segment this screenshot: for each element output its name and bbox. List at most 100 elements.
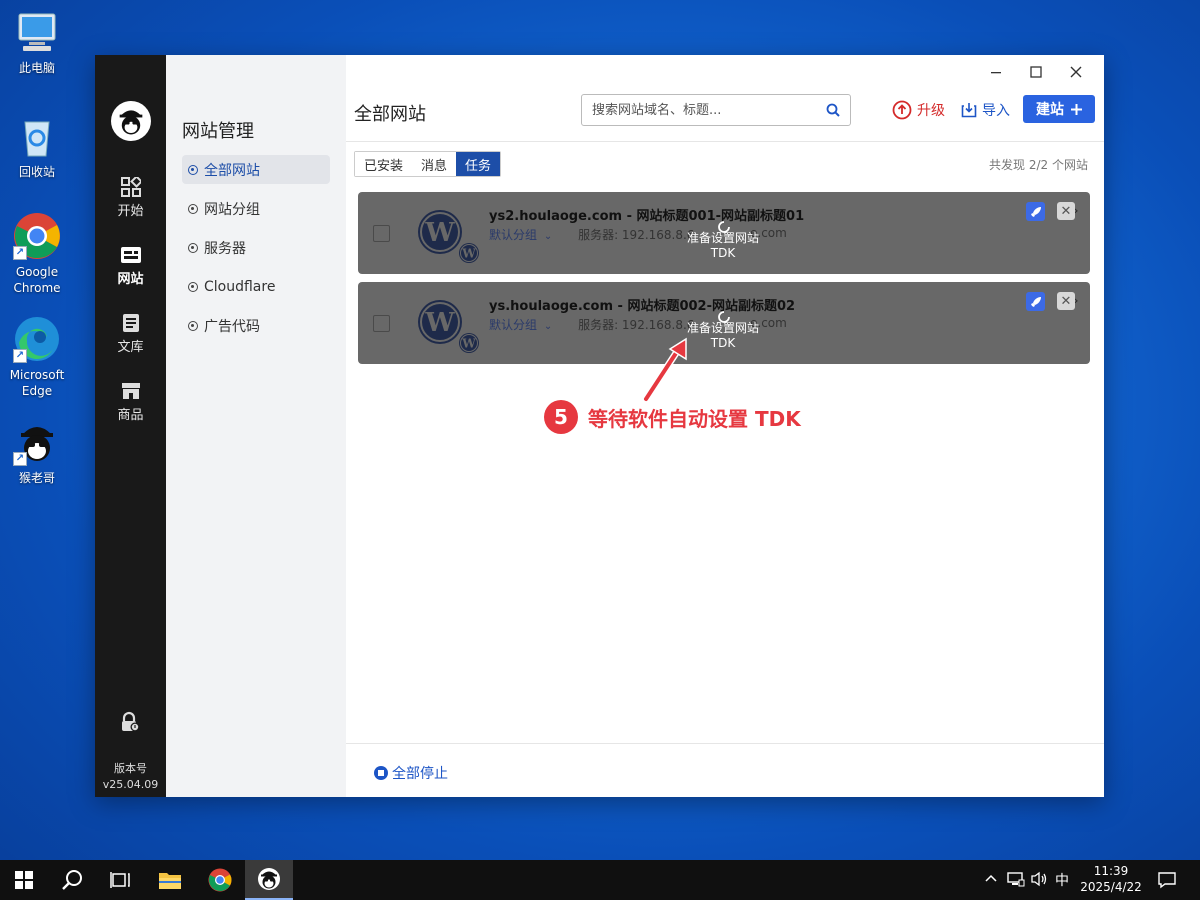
subnav-title: 网站管理 — [182, 121, 254, 142]
build-site-button[interactable]: 建站 — [1023, 95, 1095, 123]
rail-item-label: 文库 — [117, 340, 144, 355]
page-title: 全部网站 — [354, 104, 426, 125]
site-row[interactable]: W W ys.houlaoge.com - 网站标题002-网站副标题02 默认… — [358, 282, 1090, 364]
close-window-button[interactable] — [1056, 59, 1096, 85]
remove-site-button[interactable]: ✕ — [1057, 202, 1075, 220]
volume-icon[interactable] — [1031, 871, 1049, 891]
main-panel: 全部网站 升级 导入 建站 已安装 消息 任务 共发现 2/2 个网站 — [346, 55, 1104, 797]
tray-chevron-icon[interactable] — [984, 872, 998, 888]
tab-tasks[interactable]: 任务 — [456, 152, 501, 176]
search-icon — [62, 870, 82, 890]
lock-icon[interactable] — [119, 711, 141, 737]
wordpress-icon: W — [416, 298, 464, 346]
import-button[interactable]: 导入 — [961, 100, 1010, 120]
monkey-logo-icon: ↗ — [13, 418, 61, 466]
row-checkbox[interactable] — [373, 225, 390, 242]
desktop-icon-recycle-bin[interactable]: 回收站 — [0, 112, 74, 180]
desktop-icon-this-pc[interactable]: 此电脑 — [0, 8, 74, 76]
rail-item-sites[interactable]: 网站 — [95, 245, 166, 287]
minimize-button[interactable] — [976, 59, 1016, 85]
ime-indicator[interactable]: 中 — [1055, 870, 1069, 890]
stop-all-label: 全部停止 — [392, 766, 448, 782]
tab-installed[interactable]: 已安装 — [355, 152, 413, 176]
chevron-right-icon[interactable]: › — [1074, 294, 1078, 307]
clock[interactable]: 11:39 2025/4/22 — [1080, 863, 1142, 895]
wordpress-badge-icon: W — [458, 242, 480, 264]
radio-dot-icon — [188, 164, 198, 175]
subnav-item-label: Cloudflare — [204, 278, 276, 295]
upgrade-button[interactable]: 升级 — [892, 100, 945, 120]
file-explorer-button[interactable] — [146, 860, 194, 900]
site-name[interactable]: ys2.houlaoge.com - 网站标题001-网站副标题01 — [489, 205, 804, 224]
svg-text:W: W — [424, 218, 455, 248]
maximize-button[interactable] — [1016, 59, 1056, 85]
chevron-right-icon[interactable]: › — [1074, 204, 1078, 217]
version-label: 版本号 — [114, 762, 147, 775]
clock-time: 11:39 — [1093, 864, 1129, 878]
app-window: 开始 网站 文库 商品 版本号 v25.04.09 网站管理 全部网站 网站分组… — [95, 55, 1104, 797]
rail-item-start[interactable]: 开始 — [95, 177, 166, 219]
subnav-item-label: 网站分组 — [204, 201, 260, 218]
document-icon — [120, 313, 142, 333]
subnav-item-site-groups[interactable]: 网站分组 — [182, 194, 330, 223]
edge-icon: ↗ — [13, 315, 61, 363]
site-name[interactable]: ys.houlaoge.com - 网站标题002-网站副标题02 — [489, 295, 795, 314]
site-count: 共发现 2/2 个网站 — [989, 158, 1088, 172]
radio-dot-icon — [188, 320, 198, 331]
subnav-item-all-sites[interactable]: 全部网站 — [182, 155, 330, 184]
site-group[interactable]: 默认分组 — [489, 318, 537, 332]
site-meta: 默认分组 ⌄ 服务器: 192.168.8.6 — [489, 316, 694, 333]
upgrade-label: 升级 — [917, 103, 945, 119]
chrome-icon: ↗ — [13, 212, 61, 260]
chrome-taskbar-button[interactable] — [196, 860, 244, 900]
site-meta: 默认分组 ⌄ 服务器: 192.168.8.6 — [489, 226, 694, 243]
folder-icon — [159, 873, 181, 889]
remove-site-button[interactable]: ✕ — [1057, 292, 1075, 310]
recycle-bin-icon — [13, 112, 61, 160]
desktop-icon-label: Microsoft Edge — [9, 368, 65, 398]
svg-text:W: W — [461, 337, 476, 351]
search-icon[interactable] — [826, 103, 840, 121]
rail-item-label: 开始 — [117, 204, 144, 219]
houlaoge-taskbar-button[interactable] — [245, 860, 293, 900]
site-row[interactable]: W W ys2.houlaoge.com - 网站标题001-网站副标题01 默… — [358, 192, 1090, 274]
task-view-button[interactable] — [96, 860, 144, 900]
subnav-item-servers[interactable]: 服务器 — [182, 233, 330, 262]
step-annotation: 5 等待软件自动设置 TDK — [544, 400, 801, 434]
subnav-item-label: 广告代码 — [204, 318, 260, 335]
stop-all-button[interactable]: 全部停止 — [374, 763, 448, 783]
svg-text:W: W — [461, 247, 476, 261]
subnav-item-cloudflare[interactable]: Cloudflare — [182, 272, 330, 301]
rocket-icon[interactable] — [1026, 292, 1045, 311]
rail-item-products[interactable]: 商品 — [95, 381, 166, 423]
site-group[interactable]: 默认分组 — [489, 228, 537, 242]
radio-dot-icon — [188, 242, 198, 253]
footer-bar: 全部停止 — [346, 743, 1104, 797]
monitor-icon — [13, 8, 61, 56]
start-button[interactable] — [0, 860, 48, 900]
build-site-label: 建站 — [1036, 102, 1064, 118]
desktop-icon-edge[interactable]: ↗ Microsoft Edge — [0, 315, 74, 399]
import-icon — [961, 102, 977, 118]
notification-icon[interactable] — [1158, 871, 1176, 893]
subnav-item-label: 服务器 — [204, 240, 246, 257]
app-rail: 开始 网站 文库 商品 版本号 v25.04.09 — [95, 55, 166, 797]
desktop-icon-label: Google Chrome — [13, 265, 61, 295]
rail-item-library[interactable]: 文库 — [95, 313, 166, 355]
row-checkbox[interactable] — [373, 315, 390, 332]
network-icon[interactable] — [1007, 871, 1025, 891]
store-icon — [120, 381, 142, 401]
search-taskbar-button[interactable] — [48, 860, 96, 900]
desktop-icon-label: 此电脑 — [18, 61, 55, 75]
rail-item-label: 商品 — [117, 408, 144, 423]
step-text: 等待软件自动设置 TDK — [588, 406, 801, 431]
tab-messages[interactable]: 消息 — [412, 152, 457, 176]
filter-tabs: 已安装 消息 任务 — [354, 151, 502, 177]
subnav-item-ad-code[interactable]: 广告代码 — [182, 311, 330, 340]
app-logo — [110, 101, 151, 141]
desktop-icon-chrome[interactable]: ↗ Google Chrome — [0, 212, 74, 296]
search-input[interactable] — [581, 94, 851, 126]
rocket-icon[interactable] — [1026, 202, 1045, 221]
import-label: 导入 — [982, 103, 1010, 119]
desktop-icon-houlaoge[interactable]: ↗ 猴老哥 — [0, 418, 74, 486]
